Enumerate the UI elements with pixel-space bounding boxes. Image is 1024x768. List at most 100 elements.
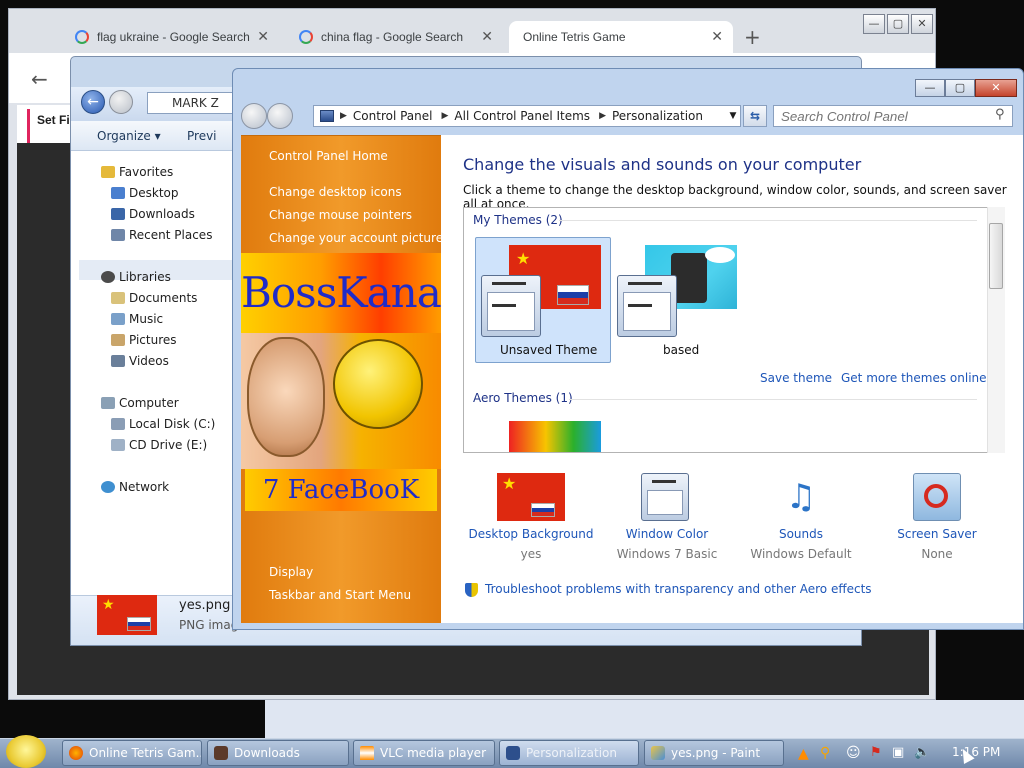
- window-controls: — ▢ ✕: [915, 79, 1017, 97]
- taskbar-item-downloads[interactable]: Downloads: [207, 740, 349, 766]
- aero-theme-thumbnail[interactable]: [509, 421, 601, 452]
- back-arrow-icon[interactable]: ←: [31, 67, 48, 91]
- vlc-tray-icon[interactable]: ▲: [798, 746, 809, 762]
- chevron-down-icon[interactable]: ▼: [726, 111, 740, 121]
- refresh-button[interactable]: ⇆: [743, 105, 767, 127]
- change-mouse-pointers-link[interactable]: Change mouse pointers: [269, 208, 412, 222]
- theme-label: based: [663, 343, 700, 357]
- action-center-icon[interactable]: ⚑: [870, 745, 882, 760]
- change-account-picture-link[interactable]: Change your account picture: [269, 231, 443, 245]
- network-icon: [101, 481, 115, 493]
- smiley-icon[interactable]: ☺: [846, 745, 861, 761]
- desktop-background-value: yes: [520, 547, 542, 561]
- tree-item-videos[interactable]: Videos: [111, 351, 169, 371]
- taskbar-item-tetris[interactable]: Online Tetris Gam...: [62, 740, 202, 766]
- close-icon[interactable]: ✕: [257, 28, 269, 45]
- browser-tab[interactable]: china flag - Google Search ✕: [285, 21, 503, 53]
- close-button[interactable]: ✕: [911, 14, 933, 34]
- screen-saver-icon[interactable]: [913, 473, 961, 521]
- screen-saver-value: None: [921, 547, 953, 561]
- breadcrumb-control-panel[interactable]: Control Panel: [347, 109, 442, 123]
- tree-item-pictures[interactable]: Pictures: [111, 330, 177, 350]
- window-preview-icon: [617, 275, 677, 337]
- hard-drive-icon: [111, 418, 125, 430]
- maximize-button[interactable]: ▢: [945, 79, 975, 97]
- desktop-background: [265, 700, 1024, 740]
- network-icon[interactable]: ▣: [892, 745, 904, 760]
- search-icon[interactable]: ⚲: [995, 107, 1005, 122]
- troubleshoot-link[interactable]: Troubleshoot problems with transparency …: [485, 582, 872, 596]
- control-panel-icon: [320, 110, 334, 122]
- google-icon: [75, 30, 89, 44]
- tree-item-computer[interactable]: Computer: [101, 393, 179, 413]
- tab-label: Online Tetris Game: [523, 30, 626, 44]
- tree-item-cd-drive[interactable]: CD Drive (E:): [111, 435, 207, 455]
- get-more-themes-link[interactable]: Get more themes online: [841, 371, 987, 385]
- taskbar-start-menu-link[interactable]: Taskbar and Start Menu: [269, 588, 411, 602]
- new-tab-button[interactable]: +: [744, 25, 761, 49]
- close-button[interactable]: ✕: [975, 79, 1017, 97]
- change-desktop-icons-link[interactable]: Change desktop icons: [269, 185, 402, 199]
- start-button[interactable]: [6, 735, 46, 768]
- save-theme-link[interactable]: Save theme: [760, 371, 832, 385]
- taskbar-item-vlc[interactable]: VLC media player: [353, 740, 495, 766]
- chevron-right-icon: ▶: [441, 111, 449, 121]
- preview-button[interactable]: Previ: [187, 129, 217, 143]
- taskbar-item-paint[interactable]: yes.png - Paint: [644, 740, 784, 766]
- sounds-icon[interactable]: ♫: [777, 473, 825, 521]
- breadcrumb-personalization[interactable]: Personalization: [606, 109, 712, 123]
- chevron-right-icon: ▶: [340, 111, 347, 121]
- window-controls: — ▢ ✕: [863, 14, 933, 34]
- back-button[interactable]: ←: [81, 90, 105, 114]
- window-preview-icon: [481, 275, 541, 337]
- tree-item-desktop[interactable]: Desktop: [111, 183, 179, 203]
- address-bar[interactable]: ▶ Control Panel ▶ All Control Panel Item…: [313, 105, 741, 127]
- tree-item-local-disk[interactable]: Local Disk (C:): [111, 414, 215, 434]
- display-link[interactable]: Display: [269, 565, 313, 579]
- forward-button[interactable]: [267, 103, 293, 129]
- tree-item-favorites[interactable]: Favorites: [101, 162, 173, 182]
- search-input[interactable]: [773, 105, 1013, 127]
- vlc-icon: [360, 746, 374, 760]
- documents-icon: [111, 292, 125, 304]
- personalization-window: — ▢ ✕ ▶ Control Panel ▶ All Control Pane…: [232, 68, 1024, 630]
- browser-tab[interactable]: flag ukraine - Google Search ✕: [61, 21, 279, 53]
- search-icon[interactable]: ⚲: [820, 745, 830, 761]
- videos-icon: [111, 355, 125, 367]
- browser-tab-active[interactable]: Online Tetris Game ✕: [509, 21, 733, 53]
- aero-themes-header: Aero Themes (1): [473, 391, 573, 405]
- control-panel-home-link[interactable]: Control Panel Home: [269, 149, 388, 163]
- back-button[interactable]: [241, 103, 267, 129]
- tree-item-libraries[interactable]: Libraries: [101, 267, 171, 287]
- maximize-button[interactable]: ▢: [887, 14, 909, 34]
- tree-item-recent-places[interactable]: Recent Places: [111, 225, 212, 245]
- file-name: yes.png: [179, 598, 231, 613]
- minimize-button[interactable]: —: [863, 14, 885, 34]
- close-icon[interactable]: ✕: [711, 28, 723, 45]
- desktop-background-link[interactable]: Desktop Background: [461, 527, 601, 541]
- forward-button[interactable]: [109, 90, 133, 114]
- tree-item-downloads[interactable]: Downloads: [111, 204, 195, 224]
- tree-item-music[interactable]: Music: [111, 309, 163, 329]
- theme-label: Unsaved Theme: [500, 343, 598, 357]
- scroll-thumb[interactable]: [989, 223, 1003, 289]
- taskbar-item-personalization[interactable]: Personalization: [499, 740, 639, 766]
- tree-item-network[interactable]: Network: [101, 477, 169, 497]
- screen-saver-link[interactable]: Screen Saver: [867, 527, 1007, 541]
- bosskanae-banner: BossKanae: [241, 253, 466, 333]
- breadcrumb-all-items[interactable]: All Control Panel Items: [448, 109, 599, 123]
- sounds-link[interactable]: Sounds: [731, 527, 871, 541]
- page-title: Change the visuals and sounds on your co…: [463, 155, 862, 174]
- window-color-icon[interactable]: [641, 473, 689, 521]
- divider: [569, 399, 977, 400]
- page-heading: Set Fi: [37, 113, 70, 127]
- organize-button[interactable]: Organize ▾: [97, 129, 161, 143]
- tree-item-documents[interactable]: Documents: [111, 288, 197, 308]
- window-color-link[interactable]: Window Color: [597, 527, 737, 541]
- desktop-background-icon[interactable]: ★: [497, 473, 565, 521]
- minimize-button[interactable]: —: [915, 79, 945, 97]
- volume-icon[interactable]: 🔈: [914, 745, 930, 760]
- sounds-value: Windows Default: [750, 547, 852, 561]
- browser-tab-strip: flag ukraine - Google Search ✕ china fla…: [9, 9, 935, 53]
- close-icon[interactable]: ✕: [481, 28, 493, 45]
